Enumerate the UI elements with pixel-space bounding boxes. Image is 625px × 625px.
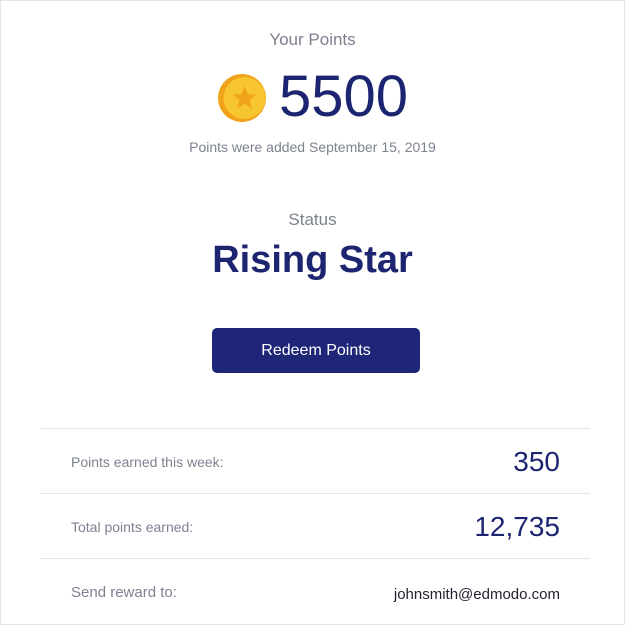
status-value: Rising Star <box>212 239 413 281</box>
points-this-week-label: Points earned this week: <box>71 454 224 470</box>
send-reward-label: Send reward to: <box>71 584 177 601</box>
points-this-week-value: 350 <box>513 446 560 477</box>
redeem-points-button[interactable]: Redeem Points <box>212 328 420 373</box>
coin-star-icon <box>217 74 266 122</box>
points-card: Your Points 5500 Points were added Septe… <box>0 0 625 625</box>
divider <box>41 428 590 429</box>
divider <box>41 558 590 559</box>
points-balance: 5500 <box>1 59 624 135</box>
points-value: 5500 <box>278 64 409 129</box>
reward-email-value: johnsmith@edmodo.com <box>393 586 560 603</box>
your-points-heading: Your Points <box>269 30 356 49</box>
points-added-note: Points were added September 15, 2019 <box>189 139 436 155</box>
status-label: Status <box>288 210 337 229</box>
total-points-value: 12,735 <box>474 511 560 542</box>
divider <box>41 493 590 494</box>
total-points-label: Total points earned: <box>71 519 194 535</box>
